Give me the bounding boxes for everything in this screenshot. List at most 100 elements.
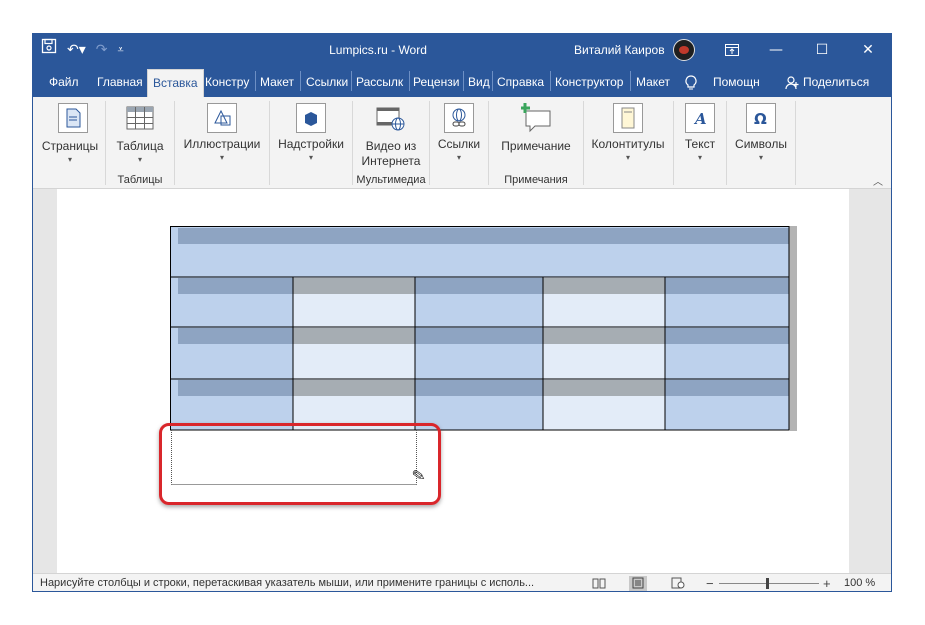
chevron-down-icon: ▾ — [758, 153, 763, 162]
header-footer-icon — [613, 103, 643, 133]
tab-view[interactable]: Вид — [468, 71, 490, 93]
tab-tell-me[interactable]: Помощн — [713, 71, 760, 93]
symbols-group[interactable]: Ω Символы ▾ — [728, 97, 794, 189]
table-label: Таблица — [116, 139, 164, 153]
links-label: Ссылки — [437, 137, 481, 151]
tab-table-layout[interactable]: Макет — [636, 71, 670, 93]
table-cell-band — [415, 380, 543, 396]
shapes-icon — [207, 103, 237, 133]
text-group[interactable]: A Текст ▾ — [675, 97, 725, 189]
redo-icon[interactable]: ↷ — [96, 34, 108, 66]
ribbon-separator — [269, 101, 270, 185]
table-cell-band — [543, 278, 665, 294]
store-icon — [296, 103, 326, 133]
new-comment-icon — [520, 103, 551, 133]
table-cell-band — [178, 328, 293, 344]
undo-icon[interactable]: ↶▾ — [67, 34, 86, 66]
collapse-ribbon-icon[interactable]: ︿ — [873, 173, 883, 188]
table-icon — [125, 103, 155, 133]
ribbon-separator — [352, 101, 353, 185]
title-bar: ↶▾ ↷ ⩡ Lumpics.ru - Word Виталий Каиров … — [33, 34, 891, 66]
table-cell-band — [665, 278, 789, 294]
chevron-down-icon: ▾ — [625, 153, 630, 162]
ribbon-insert: Страницы ▾ Таблица ▾ Таблицы Иллюстрации… — [33, 97, 891, 189]
zoom-out-button[interactable]: − — [706, 574, 714, 591]
ribbon-separator — [488, 101, 489, 185]
illustrations-group[interactable]: Иллюстрации ▾ — [176, 97, 268, 189]
tab-layout[interactable]: Макет — [260, 71, 294, 93]
tab-table-design[interactable]: Конструктор — [555, 71, 623, 93]
customize-qat-icon[interactable]: ⩡ — [118, 34, 124, 66]
table-shadow — [789, 226, 797, 431]
omega-icon: Ω — [746, 103, 776, 133]
minimize-icon[interactable]: — — [753, 34, 799, 66]
tab-separator — [550, 71, 551, 91]
chevron-down-icon: ▾ — [219, 153, 224, 162]
table-cell-band — [178, 380, 293, 396]
tab-separator — [300, 71, 301, 91]
ribbon-separator — [429, 101, 430, 185]
online-video-label-2: Интернета — [361, 154, 421, 168]
share-icon[interactable] — [785, 71, 799, 93]
ribbon-separator — [726, 101, 727, 185]
table-cell-band — [178, 278, 293, 294]
avatar[interactable] — [673, 39, 695, 61]
zoom-slider-thumb[interactable] — [766, 578, 769, 589]
illustrations-label: Иллюстрации — [183, 137, 261, 151]
tab-separator — [492, 71, 493, 91]
lightbulb-icon[interactable] — [685, 71, 697, 93]
tables-group-name: Таблицы — [117, 174, 163, 186]
comment-label: Примечание — [501, 139, 571, 153]
close-icon[interactable]: ✕ — [845, 34, 891, 66]
zoom-in-button[interactable]: + — [823, 574, 831, 591]
header-footer-label: Колонтитулы — [591, 137, 665, 151]
tab-insert[interactable]: Вставка — [147, 69, 204, 97]
links-group[interactable]: Ссылки ▾ — [431, 97, 487, 189]
tab-file[interactable]: Файл — [49, 71, 79, 93]
chevron-down-icon: ▾ — [456, 153, 461, 162]
ribbon-separator — [673, 101, 674, 185]
addins-label: Надстройки — [278, 137, 344, 151]
maximize-icon[interactable]: ☐ — [799, 34, 845, 66]
read-mode-icon[interactable] — [590, 576, 608, 591]
tab-mailings[interactable]: Рассылк — [356, 71, 403, 93]
web-layout-icon[interactable] — [669, 576, 687, 591]
ribbon-separator — [174, 101, 175, 185]
table-cell-band — [665, 328, 789, 344]
link-icon — [444, 103, 474, 133]
window-title: Lumpics.ru - Word — [329, 43, 427, 57]
comment-group[interactable]: Примечание Примечания — [490, 97, 582, 189]
share-button[interactable]: Поделиться — [803, 71, 869, 93]
ribbon-separator — [105, 101, 106, 185]
text-box-icon: A — [685, 103, 715, 133]
media-group-name: Мультимедиа — [356, 174, 426, 186]
tab-home[interactable]: Главная — [97, 71, 143, 93]
zoom-level[interactable]: 100 % — [844, 574, 875, 591]
user-name[interactable]: Виталий Каиров — [574, 34, 665, 66]
tab-separator — [409, 71, 410, 91]
chevron-down-icon: ▾ — [697, 153, 702, 162]
print-layout-icon[interactable] — [629, 576, 647, 591]
table-cell-band — [293, 328, 415, 344]
online-video-label-1: Видео из — [365, 139, 417, 153]
quick-access-toolbar: ↶▾ ↷ ⩡ — [41, 34, 124, 66]
table-grid[interactable] — [170, 226, 790, 431]
pages-group[interactable]: Страницы ▾ — [37, 97, 103, 189]
online-video-group[interactable]: Видео из Интернета Мультимедиа — [354, 97, 428, 189]
table-group[interactable]: Таблица ▾ Таблицы — [107, 97, 173, 189]
tab-review[interactable]: Рецензи — [413, 71, 459, 93]
ribbon-separator — [795, 101, 796, 185]
table-cell-band — [543, 328, 665, 344]
document-table[interactable] — [170, 226, 797, 431]
ribbon-display-options-icon[interactable] — [709, 34, 755, 66]
tab-references[interactable]: Ссылки — [306, 71, 348, 93]
tab-help[interactable]: Справка — [497, 71, 544, 93]
header-footer-group[interactable]: Колонтитулы ▾ — [585, 97, 671, 189]
zoom-slider[interactable] — [719, 583, 819, 584]
save-icon[interactable] — [41, 34, 57, 66]
tab-design[interactable]: Констру — [205, 71, 249, 93]
addins-group[interactable]: Надстройки ▾ — [271, 97, 351, 189]
table-cell-band — [293, 278, 415, 294]
chevron-down-icon: ▾ — [308, 153, 313, 162]
pages-icon — [58, 103, 88, 133]
